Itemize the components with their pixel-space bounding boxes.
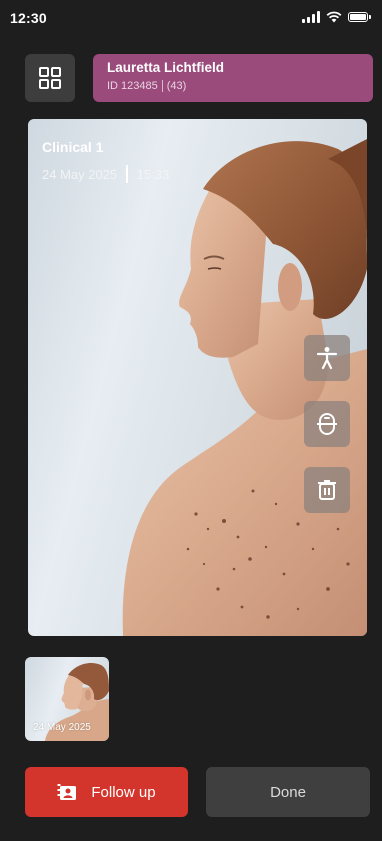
thumbnail-date: 24 May 2025 [33, 722, 91, 733]
body-map-button[interactable] [304, 335, 350, 381]
follow-up-icon [57, 784, 77, 800]
clinical-photo[interactable]: Clinical 1 24 May 2025 15:33 [28, 119, 367, 636]
dermatoscope-icon [317, 413, 337, 435]
wifi-icon [326, 11, 342, 23]
done-button[interactable]: Done [206, 767, 370, 817]
gallery-grid-button[interactable] [25, 54, 75, 102]
grid-icon [39, 67, 61, 89]
photo-date: 24 May 2025 [42, 166, 118, 182]
patient-card[interactable]: Lauretta Lichtfield ID 123485 (43) [93, 54, 373, 102]
patient-meta: ID 123485 (43) [107, 80, 359, 92]
battery-icon [348, 12, 371, 22]
photo-time: 15:33 [136, 166, 170, 182]
status-bar: 12:30 [0, 0, 382, 36]
photo-thumbnail[interactable]: 24 May 2025 [25, 657, 109, 741]
dermatoscope-button[interactable] [304, 401, 350, 447]
status-time: 12:30 [10, 10, 47, 26]
signal-icon [302, 11, 320, 23]
trash-icon [318, 480, 336, 500]
body-map-icon [316, 347, 338, 370]
done-label: Done [270, 783, 306, 801]
patient-age: (43) [166, 80, 187, 92]
photo-timestamp: 24 May 2025 15:33 [42, 165, 169, 183]
patient-name: Lauretta Lichtfield [107, 60, 225, 75]
photo-title: Clinical 1 [42, 139, 104, 155]
patient-id: ID 123485 [107, 80, 158, 92]
follow-up-button[interactable]: Follow up [25, 767, 188, 817]
status-icons [302, 11, 371, 23]
meta-divider [161, 80, 163, 92]
delete-photo-button[interactable] [304, 467, 350, 513]
timestamp-divider [126, 165, 128, 183]
follow-up-label: Follow up [91, 783, 156, 801]
